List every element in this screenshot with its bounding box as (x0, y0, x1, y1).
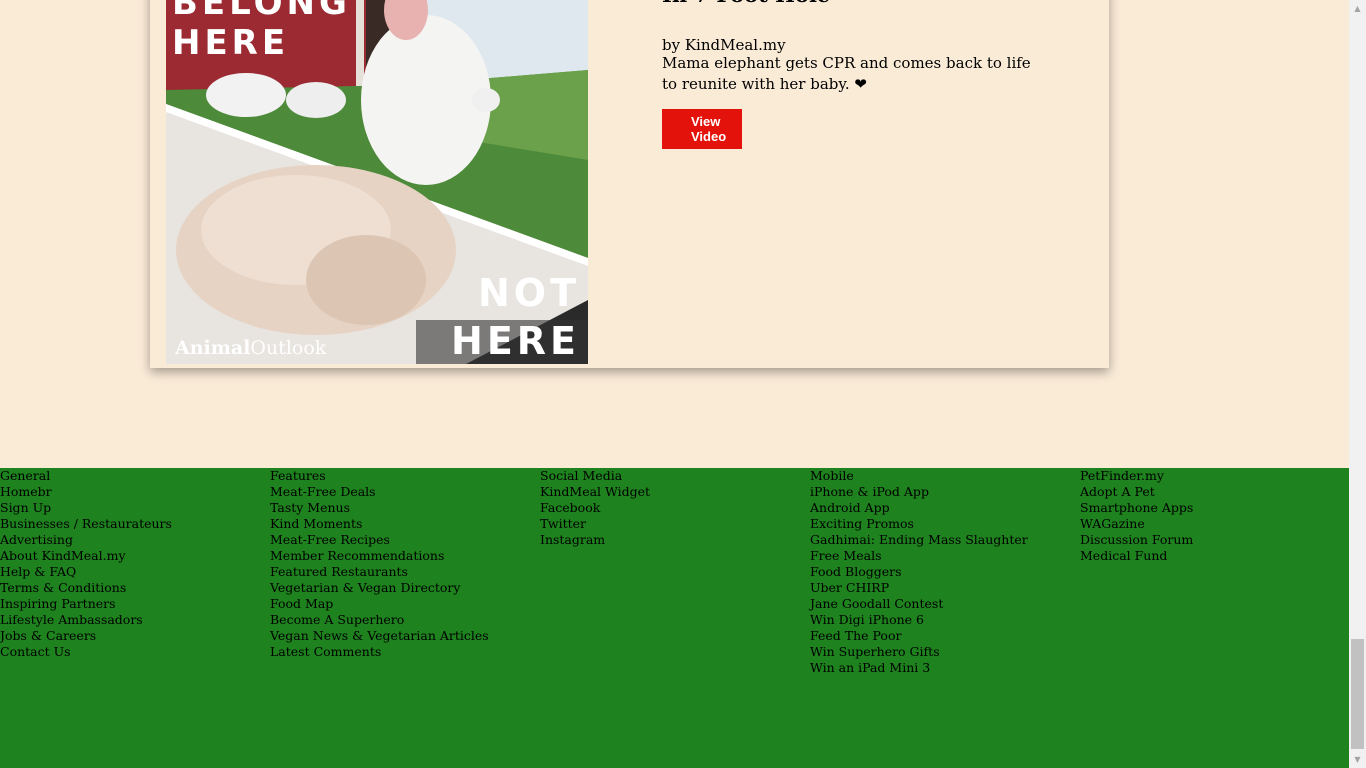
ad-here-text: HERE (172, 23, 290, 63)
video-description: Mama elephant gets CPR and comes back to… (662, 54, 1031, 93)
footer-link[interactable]: Win an iPad Mini 3 (810, 660, 1028, 676)
footer-link[interactable]: Meat-Free Recipes (270, 532, 489, 548)
footer-link[interactable]: KindMeal Widget (540, 484, 650, 500)
footer-heading-link[interactable]: PetFinder.my (1080, 468, 1193, 484)
footer-link[interactable]: Member Recommendations (270, 548, 489, 564)
vertical-scrollbar[interactable]: ▲ ▼ (1349, 0, 1366, 768)
footer-link[interactable]: Inspiring Partners (0, 596, 172, 612)
footer-link[interactable]: Food Bloggers (810, 564, 1028, 580)
footer-link[interactable]: Become A Superhero (270, 612, 489, 628)
footer-link[interactable]: Gadhimai: Ending Mass Slaughter (810, 532, 1028, 548)
footer-heading-link[interactable]: Features (270, 468, 489, 484)
footer-link[interactable]: Jane Goodall Contest (810, 596, 1028, 612)
footer-link[interactable]: Latest Comments (270, 644, 489, 660)
footer-link[interactable]: Twitter (540, 516, 650, 532)
ad-brand-logo: AnimalOutlook (175, 337, 327, 359)
footer-link[interactable]: Vegan News & Vegetarian Articles (270, 628, 489, 644)
footer-link[interactable]: Free Meals (810, 548, 1028, 564)
footer-link[interactable]: WAGazine (1080, 516, 1193, 532)
footer-link[interactable]: About KindMeal.my (0, 548, 172, 564)
footer-link[interactable]: Smartphone Apps (1080, 500, 1193, 516)
footer-link[interactable]: Meat-Free Deals (270, 484, 489, 500)
footer-link[interactable]: Featured Restaurants (270, 564, 489, 580)
ad-image[interactable]: BELONG HERE NOT HERE AnimalOutlook (166, 0, 588, 364)
footer-link[interactable]: Feed The Poor (810, 628, 1028, 644)
footer-link[interactable]: Vegetarian & Vegan Directory (270, 580, 489, 596)
footer-heading-link[interactable]: Social Media (540, 468, 650, 484)
view-video-button[interactable]: View Video (662, 109, 742, 149)
footer-link[interactable]: Lifestyle Ambassadors (0, 612, 172, 628)
ad-belong-text: BELONG (172, 0, 351, 23)
footer-link[interactable]: Sign Up (0, 500, 172, 516)
footer-link[interactable]: Contact Us (0, 644, 172, 660)
footer-column-petfinder: PetFinder.my Adopt A Pet Smartphone Apps WA… (1080, 468, 1193, 564)
footer-link[interactable]: Homebr (0, 484, 172, 500)
footer-heading-link[interactable]: Mobile (810, 468, 1028, 484)
footer-heading-link[interactable]: General (0, 468, 172, 484)
site-footer: General Homebr Sign Up Businesses / Restaur… (0, 468, 1349, 768)
footer-link[interactable]: Jobs & Careers (0, 628, 172, 644)
page: BELONG HERE NOT HERE AnimalOutlook In 7 … (0, 0, 1349, 768)
footer-link[interactable]: Win Superhero Gifts (810, 644, 1028, 660)
footer-link[interactable]: Uber CHIRP (810, 580, 1028, 596)
footer-column-mobile: Mobile iPhone & iPod App Android App Exciti… (810, 468, 1028, 676)
footer-link[interactable]: Terms & Conditions (0, 580, 172, 596)
footer-link[interactable]: Instagram (540, 532, 650, 548)
video-card: BELONG HERE NOT HERE AnimalOutlook In 7 … (150, 0, 1109, 368)
footer-link[interactable]: Medical Fund (1080, 548, 1193, 564)
video-author: by KindMeal.my (662, 36, 786, 54)
scroll-down-arrow-icon[interactable]: ▼ (1349, 751, 1366, 768)
footer-link[interactable]: Android App (810, 500, 1028, 516)
scroll-up-arrow-icon[interactable]: ▲ (1349, 0, 1366, 17)
footer-link[interactable]: Facebook (540, 500, 650, 516)
footer-column-general: General Homebr Sign Up Businesses / Restaur… (0, 468, 172, 660)
footer-column-social-media: Social Media KindMeal Widget Facebook Twitt… (540, 468, 650, 548)
footer-column-features: Features Meat-Free Deals Tasty Menus Kind M… (270, 468, 489, 660)
footer-link[interactable]: Food Map (270, 596, 489, 612)
footer-link[interactable]: iPhone & iPod App (810, 484, 1028, 500)
footer-link[interactable]: Kind Moments (270, 516, 489, 532)
video-title[interactable]: In 7 Foot Hole (662, 0, 830, 8)
footer-link[interactable]: Win Digi iPhone 6 (810, 612, 1028, 628)
footer-link[interactable]: Advertising (0, 532, 172, 548)
scrollbar-thumb[interactable] (1351, 639, 1364, 749)
footer-link[interactable]: Businesses / Restaurateurs (0, 516, 172, 532)
footer-link[interactable]: Help & FAQ (0, 564, 172, 580)
footer-link[interactable]: Tasty Menus (270, 500, 489, 516)
footer-link[interactable]: Exciting Promos (810, 516, 1028, 532)
ad-here-text-bottom: HERE (451, 319, 580, 363)
footer-link[interactable]: Adopt A Pet (1080, 484, 1193, 500)
footer-link[interactable]: Discussion Forum (1080, 532, 1193, 548)
ad-not-text: NOT (477, 271, 580, 315)
